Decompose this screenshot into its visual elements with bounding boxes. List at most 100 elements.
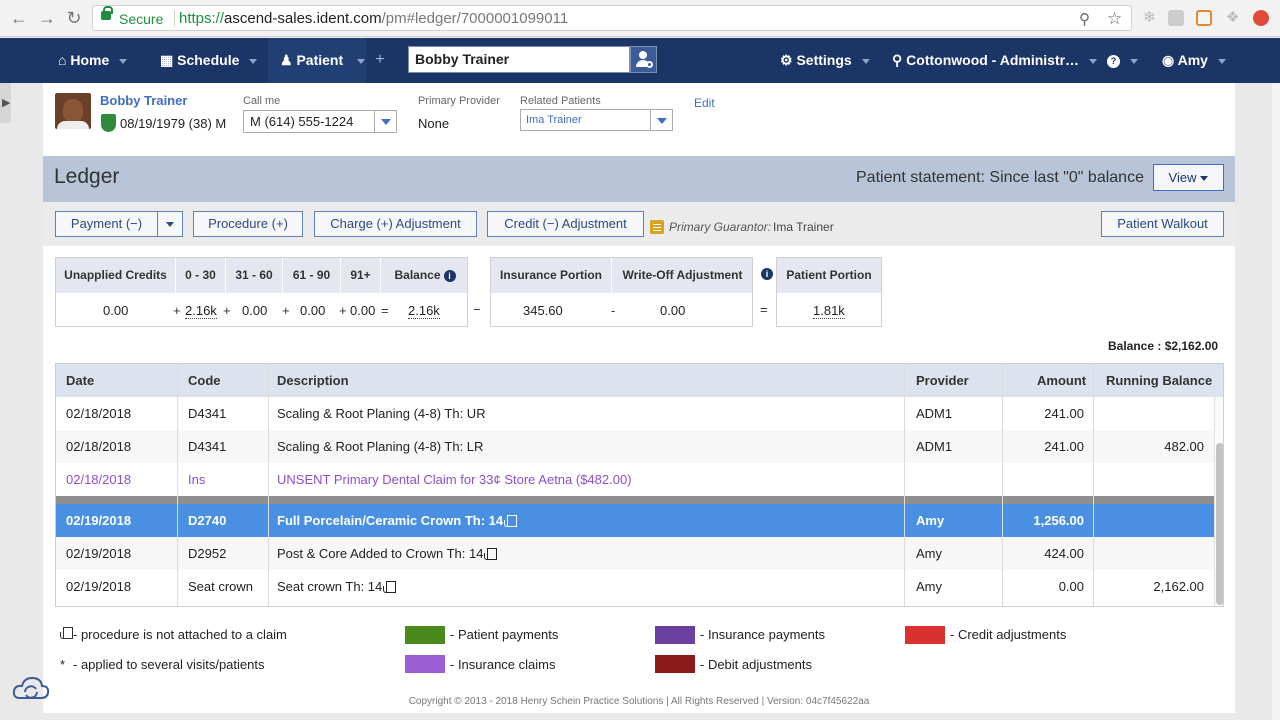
nav-settings[interactable]: ⚙ Settings bbox=[780, 38, 870, 83]
patient-portion-value[interactable]: 1.81k bbox=[813, 303, 845, 319]
gear-icon: ⚙ bbox=[780, 52, 793, 68]
writeoff-value: 0.00 bbox=[660, 303, 686, 318]
table-row[interactable]: 02/18/2018 D4341 Scaling & Root Planing … bbox=[56, 397, 1214, 430]
nav-help[interactable]: ? bbox=[1104, 38, 1138, 83]
cell-code: Seat crown bbox=[188, 579, 254, 594]
forward-icon[interactable]: → bbox=[36, 7, 58, 29]
legend-insurance-payments: - Insurance payments bbox=[700, 627, 826, 642]
call-me-value: M (614) 555-1224 bbox=[250, 114, 354, 129]
nav-location[interactable]: ⚲ Cottonwood - Administr… bbox=[892, 38, 1098, 83]
guarantor-note-icon[interactable] bbox=[650, 220, 664, 234]
col-amount[interactable]: Amount bbox=[1037, 364, 1086, 397]
patient-search-input[interactable]: Bobby Trainer bbox=[408, 46, 630, 73]
visit-divider bbox=[56, 496, 1214, 504]
ledger-header: Ledger Patient statement: Since last "0"… bbox=[43, 156, 1235, 202]
key-icon[interactable]: ⚲ bbox=[1079, 10, 1090, 28]
info-icon[interactable]: i bbox=[761, 268, 773, 280]
cell-running bbox=[1096, 463, 1204, 496]
col-code[interactable]: Code bbox=[188, 364, 221, 397]
table-row-selected[interactable]: 02/19/2018 D2740 Full Porcelain/Ceramic … bbox=[56, 504, 1214, 537]
reload-icon[interactable]: ↻ bbox=[63, 7, 85, 29]
chevron-down-icon bbox=[1089, 58, 1098, 64]
ledger-table: Date Code Description Provider Amount Ru… bbox=[55, 363, 1224, 607]
col-date[interactable]: Date bbox=[66, 364, 94, 397]
nav-schedule[interactable]: ▦ Schedule bbox=[160, 38, 258, 83]
claim-row[interactable]: 02/18/2018 Ins UNSENT Primary Dental Cla… bbox=[56, 463, 1214, 496]
address-bar[interactable]: Secure https://ascend-sales.ident.com/pm… bbox=[92, 5, 1132, 31]
nav-patient-label: Patient bbox=[296, 52, 344, 68]
unattached-procedure-icon bbox=[383, 581, 397, 593]
cell-code: D4341 bbox=[188, 439, 227, 454]
sidebar-toggle[interactable]: ▶ bbox=[0, 83, 11, 123]
user-search-icon-badge bbox=[646, 61, 653, 68]
column-divider bbox=[177, 364, 178, 606]
cell-running bbox=[1096, 537, 1204, 570]
url-text: https://ascend-sales.ident.com/pm#ledger… bbox=[179, 10, 568, 27]
chevron-down-icon bbox=[249, 58, 258, 64]
aging-header-balance-label: Balance bbox=[394, 268, 441, 282]
table-scrollbar-thumb[interactable] bbox=[1216, 443, 1223, 605]
main-content: Bobby Trainer 08/19/1979 (38) M Call me … bbox=[43, 83, 1235, 713]
help-icon: ? bbox=[1107, 54, 1120, 68]
browser-chrome: ← → ↻ Secure https://ascend-sales.ident.… bbox=[0, 0, 1280, 37]
legend-applied: - applied to several visits/patients bbox=[73, 657, 265, 672]
patient-portion-summary: Patient Portion 1.81k bbox=[776, 257, 882, 327]
aging-header-0-30: 0 - 30 bbox=[176, 258, 226, 293]
table-scrollbar[interactable] bbox=[1214, 397, 1223, 606]
right-edge-strip bbox=[1272, 83, 1280, 720]
extension-snowflake-icon[interactable]: ❄ bbox=[1143, 8, 1156, 26]
equals-operator: = bbox=[760, 302, 768, 317]
extension-g-icon[interactable] bbox=[1168, 10, 1184, 26]
col-running-balance[interactable]: Running Balance bbox=[1106, 364, 1212, 397]
aging-balance-value[interactable]: 2.16k bbox=[408, 303, 440, 319]
edit-link[interactable]: Edit bbox=[694, 96, 715, 110]
footer-copyright: Copyright © 2013 - 2018 Henry Schein Pra… bbox=[408, 696, 870, 707]
chevron-down-icon bbox=[357, 58, 366, 64]
call-me-select[interactable]: M (614) 555-1224 bbox=[243, 110, 397, 133]
related-patients-select[interactable]: Ima Trainer bbox=[520, 109, 673, 131]
add-tab-icon[interactable]: + bbox=[372, 52, 388, 68]
extension-rainbow-icon[interactable] bbox=[1196, 10, 1212, 26]
nav-patient[interactable]: ♟ Patient bbox=[268, 38, 366, 83]
extension-puzzle-icon[interactable]: ❖ bbox=[1226, 8, 1239, 26]
patient-lookup-button[interactable] bbox=[630, 46, 657, 73]
info-icon[interactable]: i bbox=[443, 269, 456, 282]
cell-date: 02/19/2018 bbox=[66, 579, 132, 594]
payment-button[interactable]: Payment (−) bbox=[55, 211, 158, 237]
procedure-button[interactable]: Procedure (+) bbox=[193, 211, 303, 237]
cell-provider: ADM1 bbox=[916, 439, 953, 454]
back-icon[interactable]: ← bbox=[8, 7, 30, 29]
cell-running bbox=[1096, 397, 1204, 430]
table-row[interactable]: 02/19/2018 D2952 Post & Core Added to Cr… bbox=[56, 537, 1214, 570]
cell-running bbox=[1096, 504, 1204, 537]
cloud-sync-icon[interactable] bbox=[12, 674, 50, 702]
cell-provider: Amy bbox=[916, 513, 945, 528]
col-description[interactable]: Description bbox=[277, 364, 349, 397]
star-icon[interactable]: ☆ bbox=[1107, 9, 1122, 29]
cell-amount: 424.00 bbox=[1044, 546, 1084, 561]
table-row[interactable]: 02/19/2018 Seat crown Seat crown Th: 14 … bbox=[56, 570, 1214, 603]
nav-home[interactable]: ⌂ Home bbox=[58, 38, 128, 83]
table-row[interactable]: 02/18/2018 D4341 Scaling & Root Planing … bbox=[56, 430, 1214, 463]
credit-adjustment-button[interactable]: Credit (−) Adjustment bbox=[487, 211, 644, 237]
patient-walkout-button[interactable]: Patient Walkout bbox=[1101, 211, 1224, 237]
unapplied-credits-value: 0.00 bbox=[103, 303, 129, 318]
chevron-down-icon bbox=[650, 110, 672, 130]
payment-dropdown-button[interactable] bbox=[157, 211, 183, 237]
user-menu-icon: ◉ bbox=[1162, 52, 1175, 68]
extension-update-icon[interactable] bbox=[1253, 10, 1269, 26]
col-provider[interactable]: Provider bbox=[916, 364, 969, 397]
cell-amount: 241.00 bbox=[1044, 406, 1084, 421]
unattached-procedure-icon bbox=[484, 548, 498, 560]
nav-user[interactable]: ◉ Amy bbox=[1162, 38, 1226, 83]
cell-code: Ins bbox=[188, 472, 206, 487]
view-button[interactable]: View bbox=[1153, 164, 1224, 191]
patient-name-link[interactable]: Bobby Trainer bbox=[100, 93, 187, 108]
avatar-face bbox=[63, 99, 83, 123]
aging-op: + bbox=[339, 303, 347, 318]
charge-adjustment-button[interactable]: Charge (+) Adjustment bbox=[314, 211, 477, 237]
location-pin-icon: ⚲ bbox=[892, 52, 903, 68]
secure-label: Secure bbox=[119, 11, 164, 27]
insurance-payments-swatch bbox=[655, 626, 695, 644]
aging-0-30-value[interactable]: 2.16k bbox=[185, 303, 217, 319]
